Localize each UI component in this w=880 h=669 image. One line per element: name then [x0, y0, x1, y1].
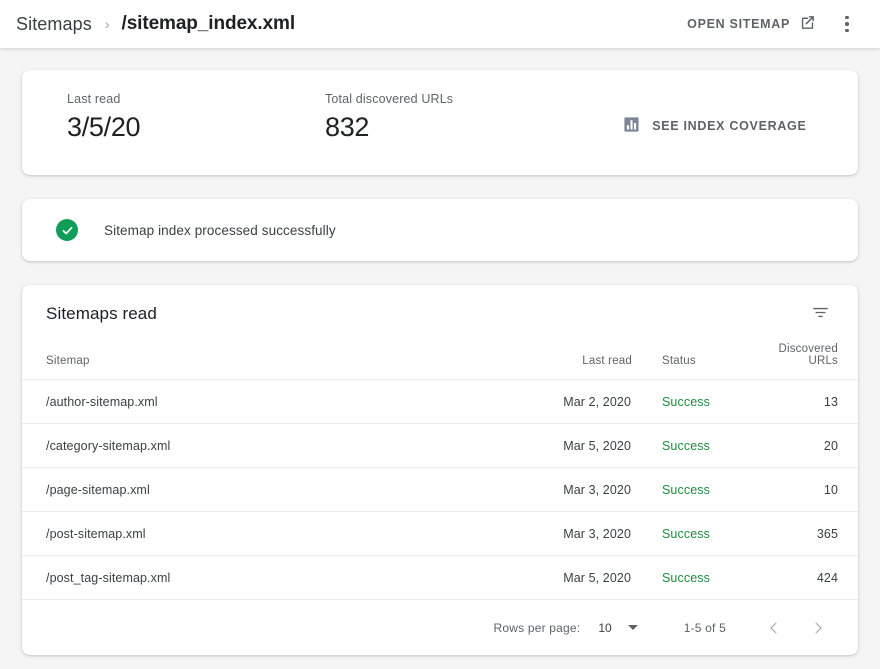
app-header: Sitemaps › /sitemap_index.xml OPEN SITEM… — [0, 0, 880, 48]
table-row[interactable]: /author-sitemap.xml Mar 2, 2020 Success … — [22, 379, 858, 424]
stat-total-urls: Total discovered URLs 832 — [280, 92, 453, 144]
cell-status: Success — [632, 555, 750, 600]
more-vert-icon — [845, 15, 849, 33]
table-row[interactable]: /category-sitemap.xml Mar 5, 2020 Succes… — [22, 423, 858, 468]
chevron-right-icon — [810, 621, 822, 634]
coverage-action-wrap: SEE INDEX COVERAGE — [453, 92, 858, 140]
chevron-down-icon — [627, 625, 638, 630]
check-circle-icon — [56, 219, 78, 241]
chevron-left-icon — [770, 621, 782, 634]
filter-button[interactable] — [800, 294, 840, 334]
cell-status: Success — [632, 511, 750, 556]
rows-per-page-value: 10 — [598, 620, 612, 635]
table-header-row: Sitemap Last read Status Discovered URLs — [22, 343, 858, 380]
page-title: /sitemap_index.xml — [121, 13, 296, 34]
breadcrumb: Sitemaps › /sitemap_index.xml — [16, 13, 681, 35]
open-sitemap-button[interactable]: OPEN SITEMAP — [681, 8, 822, 40]
cell-urls: 424 — [750, 555, 858, 600]
bar-chart-icon — [623, 116, 640, 136]
status-message: Sitemap index processed successfully — [104, 222, 336, 238]
previous-page-button[interactable] — [756, 608, 796, 648]
pagination-range-label: 1-5 of 5 — [683, 620, 726, 635]
cell-sitemap[interactable]: /page-sitemap.xml — [22, 467, 522, 512]
external-link-icon — [799, 14, 816, 34]
see-index-coverage-button[interactable]: SEE INDEX COVERAGE — [619, 112, 810, 140]
status-banner: Sitemap index processed successfully — [22, 199, 858, 261]
breadcrumb-root-link[interactable]: Sitemaps — [16, 14, 92, 35]
cell-last-read: Mar 5, 2020 — [522, 555, 632, 600]
filter-list-icon — [811, 303, 830, 325]
table-row[interactable]: /post_tag-sitemap.xml Mar 5, 2020 Succes… — [22, 555, 858, 600]
more-options-button[interactable] — [828, 5, 866, 43]
open-sitemap-label: OPEN SITEMAP — [687, 17, 790, 31]
cell-last-read: Mar 5, 2020 — [522, 423, 632, 468]
cell-sitemap[interactable]: /post-sitemap.xml — [22, 511, 522, 556]
cell-status: Success — [632, 379, 750, 424]
table-row[interactable]: /post-sitemap.xml Mar 3, 2020 Success 36… — [22, 511, 858, 556]
cell-urls: 10 — [750, 467, 858, 512]
table-title: Sitemaps read — [46, 304, 157, 323]
chevron-right-icon: › — [104, 16, 110, 32]
stat-last-read: Last read 3/5/20 — [22, 92, 280, 144]
cell-sitemap[interactable]: /post_tag-sitemap.xml — [22, 555, 522, 600]
see-index-coverage-label: SEE INDEX COVERAGE — [652, 119, 807, 133]
stat-last-read-label: Last read — [67, 92, 121, 106]
sitemaps-read-card: Sitemaps read Sitemap Last read Status D — [22, 285, 858, 655]
cell-urls: 13 — [750, 379, 858, 424]
cell-sitemap[interactable]: /author-sitemap.xml — [22, 379, 522, 424]
column-header-status[interactable]: Status — [632, 343, 750, 380]
pagination-bar: Rows per page: 10 1-5 of 5 — [22, 600, 858, 655]
stat-last-read-value: 3/5/20 — [67, 112, 141, 142]
column-header-discovered-urls[interactable]: Discovered URLs — [750, 343, 858, 380]
stat-total-urls-value: 832 — [325, 112, 370, 142]
rows-per-page-label: Rows per page: — [493, 620, 581, 635]
cell-last-read: Mar 2, 2020 — [522, 379, 632, 424]
cell-urls: 20 — [750, 423, 858, 468]
cell-urls: 365 — [750, 511, 858, 556]
stat-total-urls-label: Total discovered URLs — [325, 92, 454, 106]
cell-status: Success — [632, 423, 750, 468]
column-header-sitemap[interactable]: Sitemap — [22, 343, 522, 380]
cell-sitemap[interactable]: /category-sitemap.xml — [22, 423, 522, 468]
cell-status: Success — [632, 467, 750, 512]
summary-card: Last read 3/5/20 Total discovered URLs 8… — [22, 70, 858, 175]
header-actions: OPEN SITEMAP — [681, 5, 866, 43]
table-body: /author-sitemap.xml Mar 2, 2020 Success … — [22, 379, 858, 600]
sitemaps-table: Sitemap Last read Status Discovered URLs… — [22, 343, 858, 600]
page-content: Last read 3/5/20 Total discovered URLs 8… — [0, 48, 880, 655]
table-row[interactable]: /page-sitemap.xml Mar 3, 2020 Success 10 — [22, 467, 858, 512]
next-page-button[interactable] — [796, 608, 836, 648]
cell-last-read: Mar 3, 2020 — [522, 467, 632, 512]
cell-last-read: Mar 3, 2020 — [522, 511, 632, 556]
table-header-bar: Sitemaps read — [22, 285, 858, 343]
table-head: Sitemap Last read Status Discovered URLs — [22, 343, 858, 380]
rows-per-page-select[interactable]: 10 — [598, 620, 638, 635]
column-header-last-read[interactable]: Last read — [522, 343, 632, 380]
